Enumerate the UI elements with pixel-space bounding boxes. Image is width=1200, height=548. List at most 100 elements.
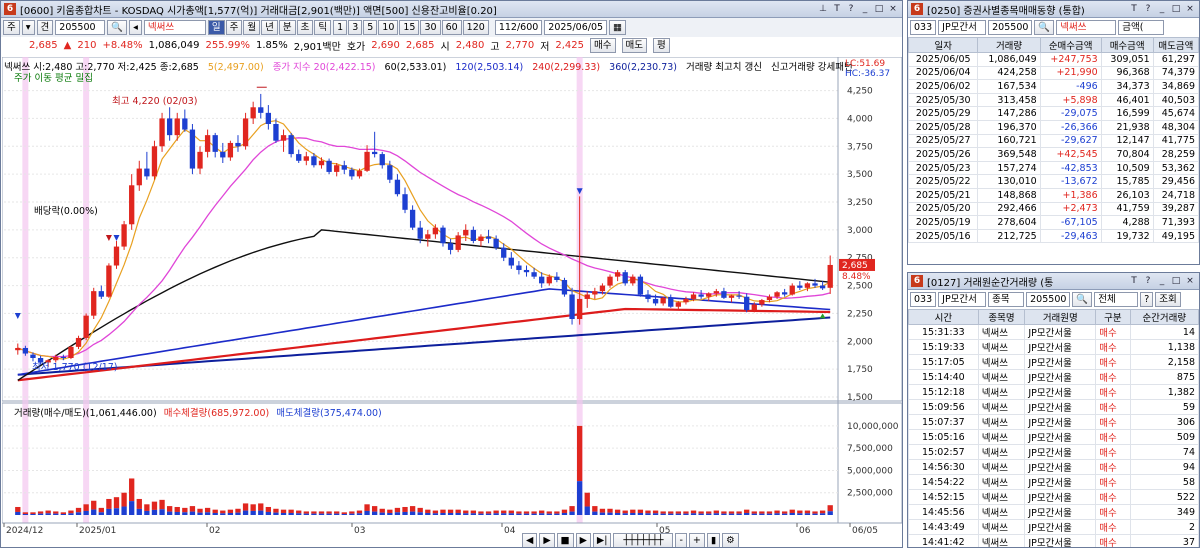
column-header[interactable]: 순매수금액	[1039, 37, 1102, 53]
broker-window-titlebar[interactable]: 6 [0250] 증권사별종목매매동향 (통합) T? _ □ ×	[908, 1, 1199, 18]
sell-button[interactable]: 매도	[621, 38, 647, 53]
count-display[interactable]: 112/600	[494, 20, 543, 35]
nav-track-icon[interactable]: ┼┼┼┼┼┼┼	[613, 533, 674, 547]
search-icon[interactable]: 🔍	[107, 20, 128, 35]
instant-window-control-2[interactable]: _	[1156, 275, 1168, 287]
interval-button-10[interactable]: 10	[378, 20, 399, 35]
settings-icon[interactable]: ⚙	[722, 533, 739, 547]
code-input[interactable]: 205500	[1026, 292, 1071, 307]
broker-name-field[interactable]: JP모간서	[938, 20, 987, 35]
nav-stop-icon[interactable]: ■	[556, 533, 574, 547]
table-row[interactable]: 2025/05/26 369,548 +42,545 70,804 28,259	[908, 147, 1199, 162]
column-header[interactable]: 순간거래량	[1129, 309, 1199, 325]
period-button-5[interactable]: 초	[296, 20, 314, 35]
interval-button-15[interactable]: 15	[399, 20, 420, 35]
chart-window-control-2[interactable]: ?	[845, 3, 857, 15]
stock-name-field[interactable]: 넥써쓰	[143, 20, 206, 35]
instant-window-titlebar[interactable]: 6 [0127] 거래원순간거래량 (통 T? _ □ ×	[908, 273, 1199, 290]
interval-button-30[interactable]: 30	[420, 20, 441, 35]
instant-window-control-3[interactable]: □	[1170, 275, 1182, 287]
column-header[interactable]: 시간	[908, 309, 979, 325]
calendar-icon[interactable]: ▦	[609, 20, 627, 35]
table-row[interactable]: 15:02:57 넥써쓰 JP모간서울 매수 74	[908, 444, 1199, 460]
table-row[interactable]: 14:56:30 넥써쓰 JP모간서울 매수 94	[908, 459, 1199, 475]
period-button-6[interactable]: 틱	[314, 20, 332, 35]
nav-next-icon[interactable]: ▶	[575, 533, 591, 547]
type-select[interactable]: 종목	[988, 292, 1025, 307]
chart-window-titlebar[interactable]: 6 [0600] 키움종합차트 - KOSDAQ 시가총액[1,577(억)] …	[1, 1, 902, 18]
zoom-in-icon[interactable]: +	[688, 533, 705, 547]
chart-window-control-3[interactable]: _	[859, 3, 871, 15]
stock-mode-button[interactable]: 주	[3, 20, 20, 35]
table-row[interactable]: 15:12:18 넥써쓰 JP모간서울 매수 1,382	[908, 384, 1199, 400]
table-row[interactable]: 15:07:37 넥써쓰 JP모간서울 매수 306	[908, 414, 1199, 430]
table-row[interactable]: 2025/05/28 196,370 -26,366 21,938 48,304	[908, 119, 1199, 135]
nav-first-icon[interactable]: ◀	[522, 533, 538, 547]
average-button[interactable]: 평	[653, 38, 670, 53]
candlestick-chart[interactable]: 4,2504,0003,7503,5003,2503,0002,7502,500…	[2, 57, 902, 547]
menu-dropdown-icon[interactable]: ▾	[21, 20, 35, 35]
table-row[interactable]: 2025/05/22 130,010 -13,672 15,785 29,456	[908, 174, 1199, 189]
interval-button-5[interactable]: 5	[363, 20, 378, 35]
scope-select[interactable]: 전체	[1094, 292, 1139, 307]
broker-window-control-4[interactable]: ×	[1184, 3, 1196, 15]
interval-button-1[interactable]: 1	[333, 20, 348, 35]
table-row[interactable]: 2025/06/02 167,534 -496 34,373 34,869	[908, 79, 1199, 94]
amount-mode-select[interactable]: 금액(	[1118, 20, 1165, 35]
table-row[interactable]: 2025/06/05 1,086,049 +247,753 309,051 61,297	[908, 52, 1199, 67]
table-row[interactable]: 15:14:40 넥써쓰 JP모간서울 매수 875	[908, 369, 1199, 385]
column-header[interactable]: 매수금액	[1100, 37, 1154, 53]
column-header[interactable]: 거래량	[977, 37, 1041, 53]
period-button-0[interactable]: 일	[207, 20, 225, 35]
table-row[interactable]: 2025/05/19 278,604 -67,105 4,288 71,393	[908, 215, 1199, 230]
table-row[interactable]: 2025/05/23 157,274 -42,853 10,509 53,362	[908, 160, 1199, 176]
table-row[interactable]: 14:41:42 넥써쓰 JP모간서울 매수 37	[908, 534, 1199, 547]
search-icon[interactable]: 🔍	[1072, 292, 1093, 307]
table-row[interactable]: 14:43:49 넥써쓰 JP모간서울 매수 2	[908, 519, 1199, 535]
date-input[interactable]: 2025/06/05	[544, 20, 608, 35]
period-button-1[interactable]: 주	[225, 20, 243, 35]
period-button-4[interactable]: 분	[278, 20, 296, 35]
table-row[interactable]: 14:45:56 넥써쓰 JP모간서울 매수 349	[908, 504, 1199, 520]
broker-select[interactable]: 033	[910, 292, 937, 307]
chart-window-control-0[interactable]: ⊥	[817, 3, 829, 15]
chart-window-control-1[interactable]: T	[831, 3, 843, 15]
broker-window-control-3[interactable]: □	[1170, 3, 1182, 15]
table-row[interactable]: 2025/05/21 148,868 +1,386 26,103 24,718	[908, 187, 1199, 203]
column-header[interactable]: 구분	[1095, 309, 1131, 325]
table-row[interactable]: 2025/05/20 292,466 +2,473 41,759 39,287	[908, 201, 1199, 217]
table-row[interactable]: 2025/06/04 424,258 +21,990 96,368 74,379	[908, 65, 1199, 81]
broker-window-control-0[interactable]: T	[1128, 3, 1140, 15]
nav-last-icon[interactable]: ▶|	[592, 533, 612, 547]
table-row[interactable]: 2025/05/27 160,721 -29,627 12,147 41,775	[908, 133, 1199, 149]
price-chart-area[interactable]: 4,250 4,000 3,750 3,500 3,250 3,000 2,750 2,500…	[2, 57, 902, 547]
broker-window-control-1[interactable]: ?	[1142, 3, 1154, 15]
help-icon[interactable]: ?	[1140, 292, 1154, 307]
nav-end-icon[interactable]: ▮	[706, 533, 721, 547]
column-header[interactable]: 일자	[908, 37, 979, 53]
instant-window-control-4[interactable]: ×	[1184, 275, 1196, 287]
prev-stock-icon[interactable]: ◂	[129, 20, 142, 35]
instant-window-control-1[interactable]: ?	[1142, 275, 1154, 287]
chart-window-control-4[interactable]: □	[873, 3, 885, 15]
broker-select[interactable]: 033	[910, 20, 937, 35]
interval-button-120[interactable]: 120	[462, 20, 489, 35]
table-row[interactable]: 15:09:56 넥써쓰 JP모간서울 매수 59	[908, 399, 1199, 415]
buy-button[interactable]: 매수	[590, 38, 616, 53]
period-button-2[interactable]: 월	[243, 20, 261, 35]
table-row[interactable]: 15:17:05 넥써쓰 JP모간서울 매수 2,158	[908, 354, 1199, 370]
column-header[interactable]: 거래원명	[1024, 309, 1097, 325]
table-row[interactable]: 15:19:33 넥써쓰 JP모간서울 매수 1,138	[908, 339, 1199, 355]
code-input[interactable]: 205500	[988, 20, 1033, 35]
stock-code-input[interactable]: 205500	[55, 20, 106, 35]
table-row[interactable]: 2025/05/29 147,286 -29,075 16,599 45,674	[908, 106, 1199, 121]
column-header[interactable]: 매도금액	[1152, 37, 1199, 53]
stock-name-field[interactable]: 넥써쓰	[1056, 20, 1117, 35]
broker-name-field[interactable]: JP모간서	[938, 292, 987, 307]
table-row[interactable]: 2025/05/30 313,458 +5,898 46,401 40,503	[908, 92, 1199, 108]
column-header[interactable]: 종목명	[977, 309, 1026, 325]
instant-window-control-0[interactable]: T	[1128, 275, 1140, 287]
period-button-3[interactable]: 년	[261, 20, 278, 35]
search-icon[interactable]: 🔍	[1034, 20, 1055, 35]
table-row[interactable]: 2025/05/16 212,725 -29,463 19,732 49,195	[908, 228, 1199, 244]
